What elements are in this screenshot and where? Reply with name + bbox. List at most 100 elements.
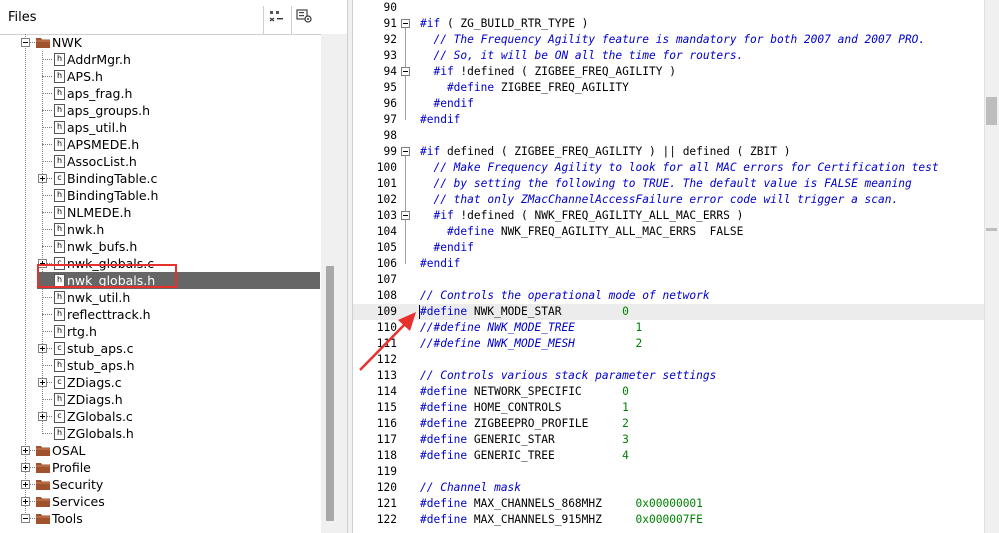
- tree-folder[interactable]: OSAL: [0, 442, 320, 459]
- code-line[interactable]: 121 #define MAX_CHANNELS_868MHZ 0x0000000…: [353, 496, 984, 512]
- tree-file[interactable]: h NLMEDE.h: [0, 204, 320, 221]
- expand-icon[interactable]: [38, 412, 47, 421]
- code-line[interactable]: 96 #endif: [353, 96, 984, 112]
- tree-folder[interactable]: NWK: [0, 34, 320, 51]
- code-line[interactable]: 95 #define ZIGBEE_FREQ_AGILITY: [353, 80, 984, 96]
- tree-folder[interactable]: Services: [0, 493, 320, 510]
- code-line[interactable]: 109 #define NWK_MODE_STAR 0: [353, 304, 984, 320]
- tree-file[interactable]: h aps_frag.h: [0, 85, 320, 102]
- tree-file[interactable]: h rtg.h: [0, 323, 320, 340]
- code-line[interactable]: 117 #define GENERIC_STAR 3: [353, 432, 984, 448]
- folder-icon: [36, 497, 50, 507]
- code-text: #define ZIGBEEPRO_PROFILE 2: [420, 416, 629, 432]
- collapse-all-icon[interactable]: [268, 9, 286, 23]
- line-number: 108: [376, 289, 397, 302]
- tree-connector-line: [42, 365, 52, 366]
- collapse-icon[interactable]: [21, 514, 30, 523]
- editor-scrollbar-thumb[interactable]: [986, 97, 997, 125]
- code-line[interactable]: 122 #define MAX_CHANNELS_915MHZ 0x000007F…: [353, 512, 984, 528]
- tree-file[interactable]: h aps_util.h: [0, 119, 320, 136]
- code-line[interactable]: 113 // Controls various stack parameter s…: [353, 368, 984, 384]
- tree-file[interactable]: c ZDiags.c: [0, 374, 320, 391]
- code-token: MAX_CHANNELS_868MHZ: [467, 497, 636, 510]
- tree-file[interactable]: h stub_aps.h: [0, 357, 320, 374]
- code-line[interactable]: 107: [353, 272, 984, 288]
- c-file-icon: c: [54, 410, 65, 423]
- tree-file[interactable]: h aps_groups.h: [0, 102, 320, 119]
- line-number: 95: [383, 81, 397, 94]
- code-line[interactable]: 103 #if !defined ( NWK_FREQ_AGILITY_ALL_…: [353, 208, 984, 224]
- code-line[interactable]: 99 #if defined ( ZIGBEE_FREQ_AGILITY ) ||…: [353, 144, 984, 160]
- code-line[interactable]: 114 #define NETWORK_SPECIFIC 0: [353, 384, 984, 400]
- tree-folder[interactable]: Tools: [0, 510, 320, 527]
- expand-icon[interactable]: [21, 480, 30, 489]
- tree-folder[interactable]: Security: [0, 476, 320, 493]
- code-line[interactable]: 119: [353, 464, 984, 480]
- code-line[interactable]: 93 // So, it will be ON all the time for…: [353, 48, 984, 64]
- folder-icon: [36, 446, 50, 456]
- tree-file[interactable]: h AddrMgr.h: [0, 51, 320, 68]
- code-line[interactable]: 101 // by setting the following to TRUE.…: [353, 176, 984, 192]
- code-line[interactable]: 105 #endif: [353, 240, 984, 256]
- tree-file[interactable]: h nwk.h: [0, 221, 320, 238]
- expand-icon[interactable]: [38, 174, 47, 183]
- settings-icon[interactable]: [295, 9, 313, 23]
- code-token: //#define NWK_MODE_MESH: [420, 337, 636, 350]
- tree-file[interactable]: c stub_aps.c: [0, 340, 320, 357]
- line-number: 117: [376, 433, 397, 446]
- code-line[interactable]: 102 // that only ZMacChannelAccessFailur…: [353, 192, 984, 208]
- expand-icon[interactable]: [38, 344, 47, 353]
- code-line[interactable]: 90: [353, 0, 984, 16]
- code-line[interactable]: 104 #define NWK_FREQ_AGILITY_ALL_MAC_ERR…: [353, 224, 984, 240]
- tree-file[interactable]: h reflecttrack.h: [0, 306, 320, 323]
- code-line[interactable]: 116 #define ZIGBEEPRO_PROFILE 2: [353, 416, 984, 432]
- tree-file[interactable]: h nwk_util.h: [0, 289, 320, 306]
- code-editor[interactable]: 90 91 #if ( ZG_BUILD_RTR_TYPE ) 92 // The F…: [353, 0, 984, 533]
- code-line[interactable]: 108 // Controls the operational mode of n…: [353, 288, 984, 304]
- line-number: 111: [376, 337, 397, 350]
- code-line[interactable]: 97 #endif: [353, 112, 984, 128]
- code-token: GENERIC_TREE: [467, 449, 623, 462]
- code-line[interactable]: 118 #define GENERIC_TREE 4: [353, 448, 984, 464]
- tree-file[interactable]: h APSMEDE.h: [0, 136, 320, 153]
- collapse-icon[interactable]: [21, 38, 30, 47]
- tree-file[interactable]: h ZDiags.h: [0, 391, 320, 408]
- code-line[interactable]: 115 #define HOME_CONTROLS 1: [353, 400, 984, 416]
- code-line[interactable]: 91 #if ( ZG_BUILD_RTR_TYPE ): [353, 16, 984, 32]
- tree-file[interactable]: c BindingTable.c: [0, 170, 320, 187]
- code-token: ZIGBEEPRO_PROFILE: [467, 417, 623, 430]
- code-text: //#define NWK_MODE_MESH 2: [420, 336, 642, 352]
- code-line[interactable]: 111 //#define NWK_MODE_MESH 2: [353, 336, 984, 352]
- code-line[interactable]: 92 // The Frequency Agility feature is m…: [353, 32, 984, 48]
- expand-icon[interactable]: [38, 378, 47, 387]
- code-line[interactable]: 98: [353, 128, 984, 144]
- tree-item-label: aps_frag.h: [67, 86, 133, 101]
- header-file-icon: h: [54, 138, 65, 151]
- code-text: // that only ZMacChannelAccessFailure er…: [420, 192, 898, 208]
- tree-scrollbar[interactable]: [321, 34, 347, 533]
- line-number: 103: [376, 209, 397, 222]
- code-line[interactable]: 112: [353, 352, 984, 368]
- line-number: 105: [376, 241, 397, 254]
- tree-file[interactable]: c ZGlobals.c: [0, 408, 320, 425]
- fold-collapse-icon[interactable]: [401, 19, 410, 28]
- tree-scrollbar-thumb[interactable]: [326, 266, 334, 521]
- tree-file[interactable]: h AssocList.h: [0, 153, 320, 170]
- code-line[interactable]: 106 #endif: [353, 256, 984, 272]
- tree-file[interactable]: h nwk_bufs.h: [0, 238, 320, 255]
- editor-scrollbar[interactable]: [984, 0, 999, 533]
- tree-folder[interactable]: Profile: [0, 459, 320, 476]
- code-line[interactable]: 100 // Make Frequency Agility to look fo…: [353, 160, 984, 176]
- code-line[interactable]: 120 // Channel mask: [353, 480, 984, 496]
- expand-icon[interactable]: [21, 463, 30, 472]
- fold-collapse-icon[interactable]: [401, 147, 410, 156]
- fold-collapse-icon[interactable]: [401, 67, 410, 76]
- fold-collapse-icon[interactable]: [401, 211, 410, 220]
- code-line[interactable]: 110 //#define NWK_MODE_TREE 1: [353, 320, 984, 336]
- tree-file[interactable]: h ZGlobals.h: [0, 425, 320, 442]
- code-line[interactable]: 94 #if !defined ( ZIGBEE_FREQ_AGILITY ): [353, 64, 984, 80]
- expand-icon[interactable]: [21, 446, 30, 455]
- tree-file[interactable]: h APS.h: [0, 68, 320, 85]
- tree-file[interactable]: h BindingTable.h: [0, 187, 320, 204]
- expand-icon[interactable]: [21, 497, 30, 506]
